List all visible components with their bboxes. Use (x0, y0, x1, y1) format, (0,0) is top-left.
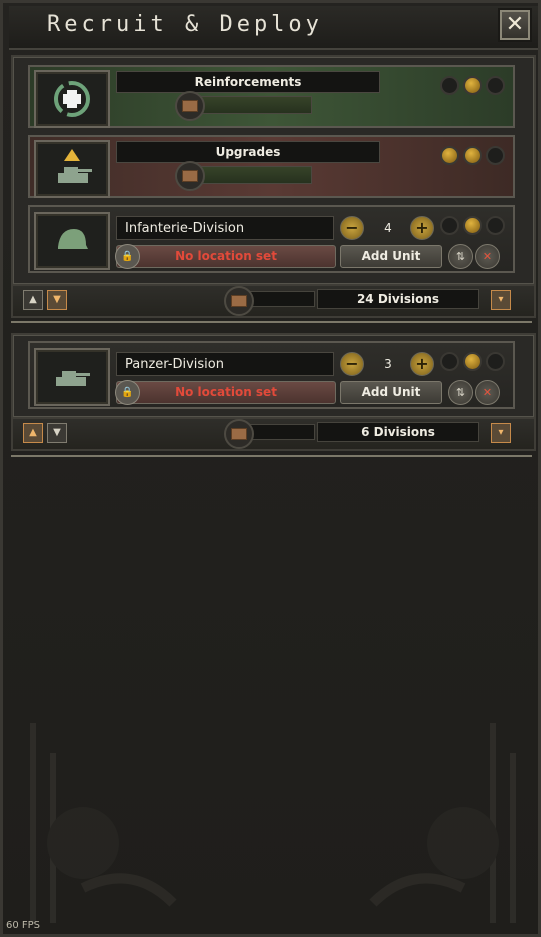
priority-light-icon[interactable] (463, 216, 482, 235)
infantry-helmet-icon (34, 212, 110, 270)
add-unit-button[interactable]: Add Unit (340, 245, 442, 268)
reinforcements-row[interactable]: Reinforcements (28, 65, 515, 128)
window-title: Recruit & Deploy (47, 12, 323, 37)
quantity-value: 4 (384, 221, 392, 235)
divider (11, 321, 532, 323)
divider (11, 455, 532, 457)
priority-light-icon[interactable] (463, 352, 482, 371)
reorder-icon[interactable]: ⇅ (448, 380, 473, 405)
deploy-location-button[interactable]: 🔒 No location set (115, 244, 336, 269)
division-count: 24 Divisions (317, 289, 479, 309)
add-unit-button[interactable]: Add Unit (340, 381, 442, 404)
priority-light-icon[interactable] (440, 146, 459, 165)
reinforcement-icon (34, 70, 110, 128)
recruit-panel: Reinforcements Upgrades Infanterie-Divis… (11, 55, 536, 286)
lock-icon[interactable]: 🔒 (115, 380, 140, 405)
delete-icon[interactable]: ✕ (475, 380, 500, 405)
production-footer-panzer: ▲ ▼ 6 Divisions ▾ (11, 417, 536, 451)
move-down-button[interactable]: ▼ (47, 423, 67, 443)
priority-lights[interactable] (440, 146, 505, 165)
division-progress-bar (224, 286, 315, 316)
close-button[interactable]: ✕ (500, 10, 530, 40)
move-up-button[interactable]: ▲ (23, 423, 43, 443)
priority-light-icon[interactable] (486, 216, 505, 235)
reorder-icon[interactable]: ⇅ (448, 244, 473, 269)
deploy-location-button[interactable]: 🔒 No location set (115, 380, 336, 405)
priority-light-icon[interactable] (440, 216, 459, 235)
priority-lights[interactable] (440, 76, 505, 95)
quantity-stepper: − 4 + (340, 216, 436, 240)
recruit-deploy-window: Recruit & Deploy ✕ Reinforcements Upgrad… (0, 0, 541, 937)
production-line-infantry[interactable]: Infanterie-Division − 4 + 🔒 No location … (28, 205, 515, 273)
division-template-name[interactable]: Infanterie-Division (116, 216, 334, 240)
priority-lights[interactable] (440, 216, 505, 235)
upgrades-label: Upgrades (116, 141, 380, 163)
supply-crate-icon (224, 286, 254, 316)
supply-crate-icon (175, 91, 205, 121)
expand-button[interactable]: ▾ (491, 290, 511, 310)
location-label: No location set (175, 385, 277, 399)
division-progress-bar (224, 419, 315, 449)
priority-light-icon[interactable] (463, 76, 482, 95)
decrease-button[interactable]: − (340, 216, 364, 240)
priority-light-icon[interactable] (463, 146, 482, 165)
move-up-button[interactable]: ▲ (23, 290, 43, 310)
title-bar: Recruit & Deploy ✕ (9, 6, 538, 50)
quantity-stepper: − 3 + (340, 352, 436, 376)
production-line-panzer[interactable]: Panzer-Division − 3 + 🔒 No location set … (28, 341, 515, 409)
priority-light-icon[interactable] (440, 352, 459, 371)
division-template-name[interactable]: Panzer-Division (116, 352, 334, 376)
production-footer-infantry: ▲ ▼ 24 Divisions ▾ (11, 284, 536, 318)
priority-light-icon[interactable] (486, 352, 505, 371)
upgrades-progress (175, 161, 312, 191)
priority-light-icon[interactable] (486, 146, 505, 165)
decrease-button[interactable]: − (340, 352, 364, 376)
upgrade-tank-icon (34, 140, 110, 198)
upgrades-row[interactable]: Upgrades (28, 135, 515, 198)
quantity-value: 3 (384, 357, 392, 371)
reinforcements-progress (175, 91, 312, 121)
delete-icon[interactable]: ✕ (475, 244, 500, 269)
priority-lights[interactable] (440, 352, 505, 371)
reinforcements-label: Reinforcements (116, 71, 380, 93)
increase-button[interactable]: + (410, 216, 434, 240)
decorative-oak-leaves (30, 723, 516, 923)
division-count: 6 Divisions (317, 422, 479, 442)
increase-button[interactable]: + (410, 352, 434, 376)
production-panel: Panzer-Division − 3 + 🔒 No location set … (11, 333, 536, 419)
location-label: No location set (175, 249, 277, 263)
expand-button[interactable]: ▾ (491, 423, 511, 443)
tank-icon (34, 348, 110, 406)
priority-light-icon[interactable] (486, 76, 505, 95)
priority-light-icon[interactable] (440, 76, 459, 95)
fps-counter: 60 FPS (6, 920, 41, 931)
lock-icon[interactable]: 🔒 (115, 244, 140, 269)
move-down-button[interactable]: ▼ (47, 290, 67, 310)
supply-crate-icon (175, 161, 205, 191)
supply-crate-icon (224, 419, 254, 449)
